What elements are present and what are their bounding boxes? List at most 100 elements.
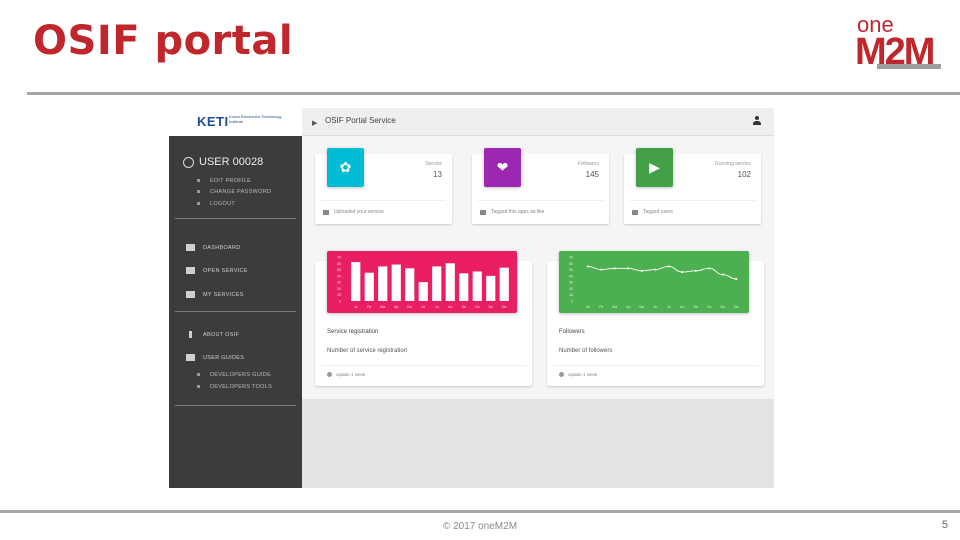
bar-chart: 0 10 20 30 40 50 60 70 Ja Fe Ma Ap Ma Ju Ju Au Se Oc No De (327, 251, 517, 313)
sidebar-item-user-guides[interactable]: USER GUIDES (186, 354, 244, 361)
bar (364, 272, 374, 301)
x-tick-label: Ju (653, 305, 657, 309)
heart-icon: ❤ (484, 148, 521, 187)
play-icon: ▶ (636, 148, 673, 187)
menu-developers-tools[interactable]: DEVELOPERS TOOLS (197, 384, 272, 390)
y-tick-label: 20 (337, 287, 341, 291)
x-tick-label: Se (462, 305, 466, 309)
sidebar-user[interactable]: USER 00028 (183, 156, 263, 168)
menu-developers-guide-label: DEVELOPERS GUIDE (210, 372, 272, 378)
x-tick-label: Ma (639, 305, 644, 309)
chart-card-followers[interactable]: 0 10 20 30 40 50 60 70 Ja Fe Ma Ap Ma Ju Ju Au Se Oc No De … (547, 251, 764, 386)
chart-card-service-registration[interactable]: 0 10 20 30 40 50 60 70 Ja Fe Ma Ap Ma Ju Ju Au Se Oc No De … (315, 251, 532, 386)
y-tick-label: 50 (337, 268, 341, 272)
footer-copyright: © 2017 oneM2M (442, 521, 518, 532)
info-icon (189, 331, 192, 338)
x-tick-label: Ma (380, 305, 385, 309)
sidebar-item-dashboard[interactable]: DASHBOARD (186, 244, 241, 251)
keti-logo-text: KETI (197, 114, 229, 129)
x-tick-label: Fe (367, 305, 371, 309)
sidebar-logo[interactable]: KETI Korea Electronics Technology Instit… (169, 108, 302, 136)
stat-card-running-service[interactable]: ▶ Running service 102 Tagged users (624, 148, 761, 224)
x-tick-label: De (502, 305, 507, 309)
menu-edit-profile[interactable]: EDIT PROFILE (197, 178, 251, 184)
card-divider (630, 200, 755, 201)
card-divider (321, 200, 446, 201)
y-tick-label: 10 (337, 293, 341, 297)
page-number: 5 (941, 519, 948, 531)
stat-footer-text: Tagged this apps as like (491, 209, 545, 215)
sidebar-item-my-services[interactable]: MY SERVICES (186, 291, 244, 298)
y-tick-label: 30 (569, 281, 573, 285)
x-tick-label: Ja (586, 305, 590, 309)
bullet-icon (197, 202, 200, 206)
bar (472, 271, 482, 301)
x-tick-label: Fe (599, 305, 603, 309)
menu-change-password[interactable]: CHANGE PASSWORD (197, 189, 271, 195)
card-divider (321, 365, 526, 366)
clock-icon (559, 372, 564, 377)
y-tick-label: 60 (337, 262, 341, 266)
bar (418, 282, 428, 301)
sidebar-item-open-service[interactable]: OPEN SERVICE (186, 267, 248, 274)
x-tick-label: Oc (475, 305, 480, 309)
data-point (627, 267, 630, 270)
data-point (681, 270, 684, 274)
card-subtitle: Number of service registration (327, 348, 408, 354)
sidebar-divider (175, 218, 296, 219)
stat-value: 145 (585, 170, 599, 179)
data-point (735, 277, 738, 281)
data-point (721, 273, 724, 276)
bullet-icon (197, 190, 200, 194)
menu-developers-guide[interactable]: DEVELOPERS GUIDE (197, 372, 271, 378)
x-tick-label: Au (680, 305, 684, 309)
card-title: Service registration (327, 329, 379, 335)
bar (445, 263, 455, 301)
stat-footer: Tagged this apps as like (480, 209, 544, 215)
stat-card-followers[interactable]: ❤ Followers 145 Tagged this apps as like (472, 148, 609, 224)
slide-title: OSIF portal (33, 18, 294, 64)
y-tick-label: 0 (571, 300, 573, 304)
menu-logout[interactable]: LOGOUT (197, 201, 235, 207)
data-point (654, 268, 657, 271)
sidebar-item-label: ABOUT OSIF (203, 331, 240, 338)
stat-footer-text: Tagged users (643, 209, 674, 215)
bar (486, 275, 496, 301)
stat-label: Service (425, 161, 442, 167)
user-icon[interactable] (753, 116, 761, 125)
topbar: ▶ OSIF Portal Service (302, 108, 774, 136)
footer-divider (0, 510, 960, 513)
sidebar-item-label: USER GUIDES (203, 354, 245, 361)
stat-value: 102 (737, 170, 751, 179)
y-tick-label: 60 (569, 262, 573, 266)
my-services-icon (186, 291, 195, 298)
series-line (587, 265, 737, 280)
stat-card-service[interactable]: ✿ Service 13 Uploaded your service (315, 148, 452, 224)
x-tick-label: Au (448, 305, 452, 309)
card-footer-text: update 1 week (336, 372, 366, 377)
hamburger-icon[interactable]: ▶ (312, 119, 317, 127)
y-tick-label: 40 (569, 274, 573, 278)
slide: OSIF portal one M2M KETI Korea Electroni… (0, 0, 960, 540)
card-divider (478, 200, 603, 201)
sidebar-item-about[interactable]: ABOUT OSIF (186, 331, 239, 338)
stat-label: Followers (577, 161, 599, 167)
topbar-title: OSIF Portal Service (325, 116, 396, 125)
x-tick-label: Ju (421, 305, 425, 309)
document-icon (323, 209, 329, 215)
bullet-icon (197, 385, 200, 389)
x-tick-label: De (734, 305, 739, 309)
user-guides-icon (186, 354, 195, 361)
line-chart: 0 10 20 30 40 50 60 70 Ja Fe Ma Ap Ma Ju Ju Au Se Oc No De (559, 251, 749, 313)
y-tick-label: 40 (337, 274, 341, 278)
y-tick-label: 10 (569, 293, 573, 297)
data-point (613, 267, 616, 270)
user-label: USER 00028 (199, 156, 264, 168)
data-point (667, 265, 670, 268)
sidebar-item-label: MY SERVICES (203, 291, 244, 298)
sidebar-item-label: OPEN SERVICE (203, 267, 248, 274)
bar (351, 262, 361, 301)
menu-logout-label: LOGOUT (210, 201, 236, 207)
card-footer: update 1 week (559, 372, 597, 377)
bar (499, 267, 509, 301)
